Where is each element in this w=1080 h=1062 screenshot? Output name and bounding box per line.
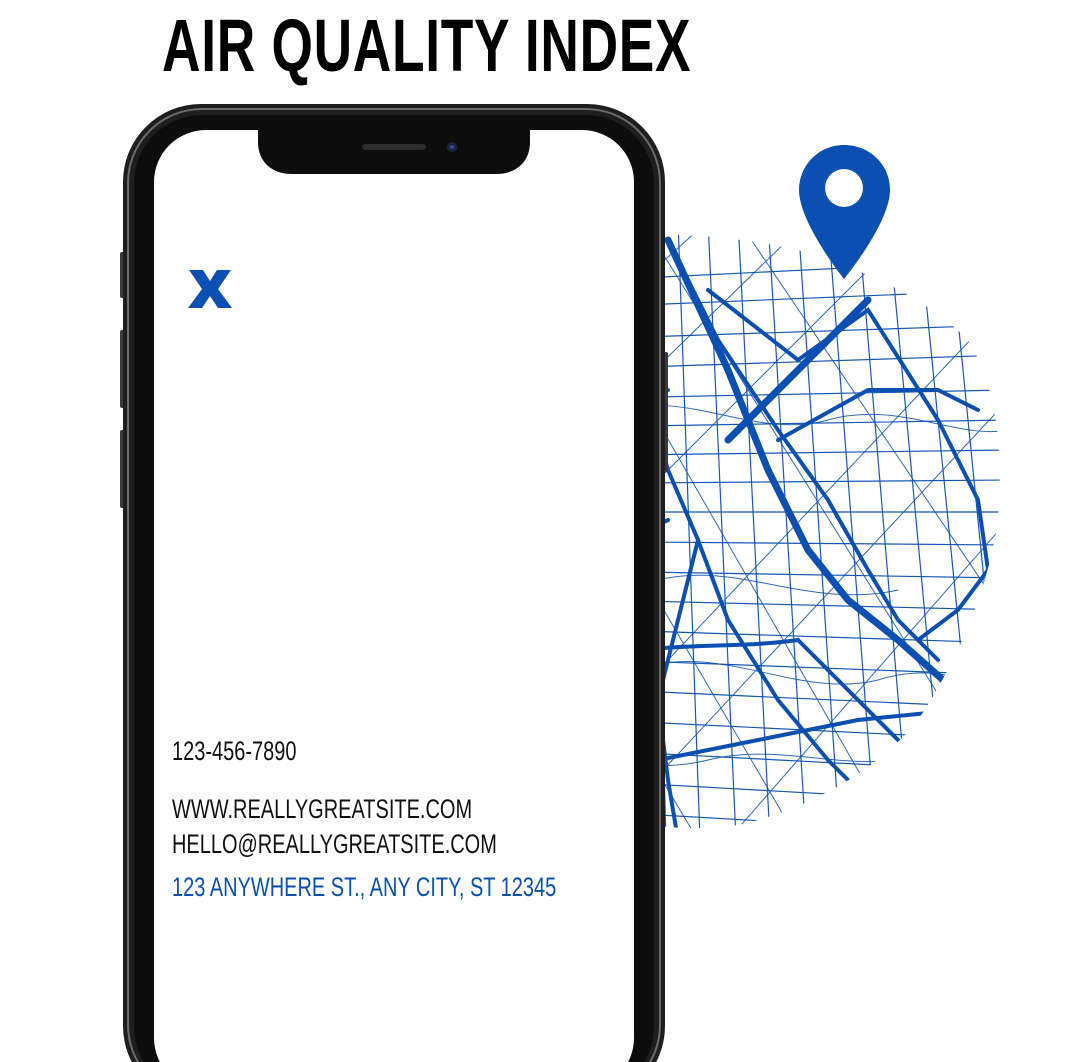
- location-pin-icon: [799, 145, 890, 279]
- phone-number: 123-456-7890: [172, 736, 297, 766]
- x-logo-icon: [188, 270, 232, 308]
- website-link[interactable]: WWW.REALLYGREATSITE.COM: [172, 792, 472, 826]
- phone-screen: 123-456-7890 WWW.REALLYGREATSITE.COM HEL…: [156, 130, 634, 1014]
- page-title: AIR QUALITY INDEX: [162, 4, 692, 87]
- email-link[interactable]: HELLO@REALLYGREATSITE.COM: [172, 827, 497, 861]
- address-text: 123 ANYWHERE ST., ANY CITY, ST 12345: [172, 872, 557, 902]
